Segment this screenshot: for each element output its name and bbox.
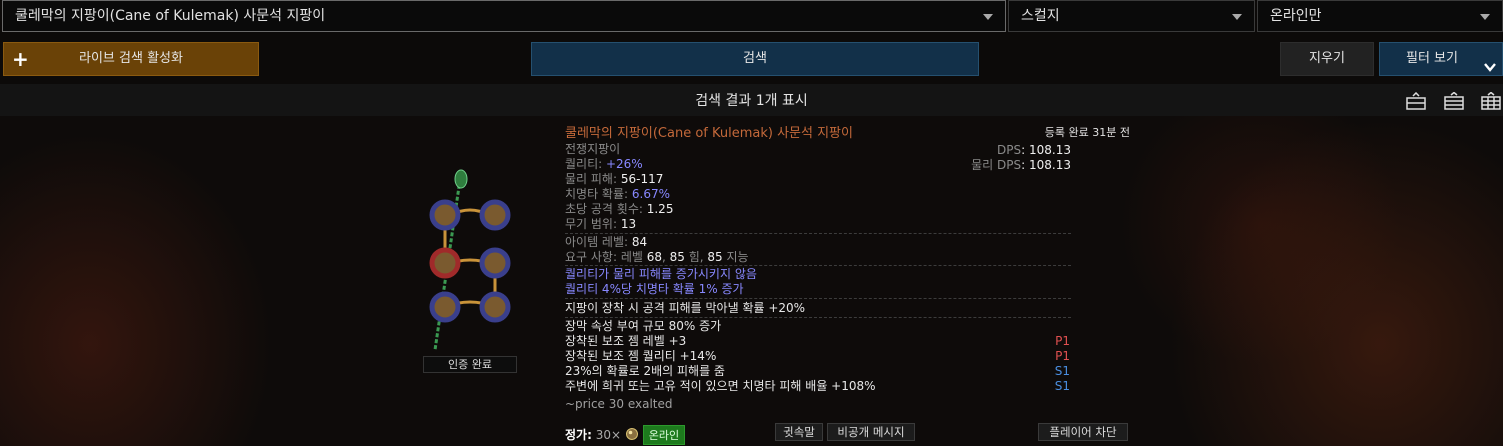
req-int-label: 지능	[722, 250, 749, 264]
exalted-orb-icon	[625, 427, 639, 444]
item-name: 쿨레막의 지팡이(Cane of Kulemak) 사문석 지팡이	[565, 126, 853, 141]
req-level: 68	[646, 250, 663, 264]
price-value: 30×	[595, 428, 622, 442]
implicit-mod: 지팡이 장착 시 공격 피해를 막아낼 확률 +20%	[565, 301, 806, 315]
dps-value: : 108.13	[1021, 143, 1071, 157]
quality-value: +26%	[605, 157, 643, 171]
dps-label: DPS	[997, 143, 1022, 157]
whisper-button[interactable]: 귓속말	[775, 423, 823, 441]
item-card: 쿨레막의 지팡이(Cane of Kulemak) 사문석 지팡이 등록 완료 …	[562, 120, 1132, 446]
separator	[565, 298, 1071, 299]
live-search-label: 라이브 검색 활성화	[79, 51, 183, 66]
live-search-button[interactable]: + 라이브 검색 활성화	[3, 42, 259, 76]
aps-value: 1.25	[646, 202, 674, 216]
req-separator: ,	[662, 250, 670, 264]
clear-button[interactable]: 지우기	[1280, 42, 1374, 76]
item-search-select[interactable]: 쿨레막의 지팡이(Cane of Kulemak) 사문석 지팡이	[2, 0, 1006, 32]
range-value: 13	[620, 217, 637, 231]
explicit-mod: 장착된 보조 젬 레벨 +3	[565, 334, 687, 348]
league-select[interactable]: 스컬지	[1008, 0, 1255, 32]
explicit-mod: 장착된 보조 젬 퀄리티 +14%	[565, 349, 717, 363]
clear-label: 지우기	[1309, 51, 1345, 66]
mod-tag: S1	[1054, 364, 1070, 378]
chevron-down-icon	[1480, 14, 1490, 20]
pdps-value: : 108.13	[1021, 158, 1071, 172]
league-value: 스컬지	[1021, 8, 1060, 24]
search-bar: 쿨레막의 지팡이(Cane of Kulemak) 사문석 지팡이 스컬지 온라…	[0, 0, 1503, 34]
req-str-label: 힘,	[684, 250, 708, 264]
filter-label: 필터 보기	[1406, 51, 1458, 66]
separator	[565, 317, 1071, 318]
results-header: 검색 결과 1개 표시	[0, 84, 1503, 116]
crit-value: 6.67%	[631, 187, 670, 201]
crit-label: 치명타 확률:	[565, 187, 632, 201]
enchant-1: 퀄리티가 물리 피해를 증가시키지 않음	[565, 267, 757, 281]
plus-icon: +	[12, 47, 29, 71]
mod-tag: P1	[1055, 334, 1070, 348]
search-button[interactable]: 검색	[531, 42, 979, 76]
listed-time: 등록 완료 31분 전	[1044, 126, 1130, 139]
explicit-mod: 23%의 확률로 2배의 피해를 줌	[565, 364, 725, 378]
chevron-down-icon	[1232, 14, 1242, 20]
private-message-button[interactable]: 비공개 메시지	[827, 423, 915, 441]
results-count: 검색 결과 1개 표시	[695, 93, 808, 109]
range-label: 무기 범위:	[565, 217, 621, 231]
separator	[565, 265, 1071, 266]
aps-label: 초당 공격 횟수:	[565, 202, 647, 216]
pdps-line: 물리 DPS: 108.13	[971, 158, 1071, 173]
item-type: 전쟁지팡이	[565, 142, 621, 156]
quality-line: 퀄리티: +26%	[565, 157, 643, 172]
status-select[interactable]: 온라인만	[1257, 0, 1503, 32]
list-view-icon[interactable]	[1444, 91, 1464, 110]
grid-view-icon[interactable]	[1481, 91, 1501, 110]
item-image	[425, 165, 515, 355]
explicit-mod: 장막 속성 부여 규모 80% 증가	[565, 319, 722, 333]
verified-badge: 인증 완료	[423, 356, 517, 373]
mod-tag: P1	[1055, 349, 1070, 363]
requirements-line: 요구 사항: 레벨 68, 85 힘, 85 지능	[565, 250, 749, 265]
show-filters-button[interactable]: 필터 보기	[1379, 42, 1503, 76]
ilvl-line: 아이템 레벨: 84	[565, 235, 647, 250]
chevron-down-icon	[1484, 53, 1496, 85]
mod-tag: S1	[1054, 379, 1070, 393]
phys-value: 56-117	[620, 172, 664, 186]
item-note: ~price 30 exalted	[565, 397, 673, 411]
pdps-label: 물리 DPS	[971, 158, 1022, 172]
explicit-mod: 주변에 희귀 또는 고유 적이 있으면 치명타 피해 배율 +108%	[565, 379, 876, 393]
ilvl-value: 84	[631, 235, 648, 249]
phys-label: 물리 피해:	[565, 172, 621, 186]
online-badge: 온라인	[642, 425, 686, 445]
quality-label: 퀄리티:	[565, 157, 606, 171]
price-label: 정가:	[565, 428, 592, 442]
req-str: 85	[669, 250, 685, 264]
price-row: 정가: 30× 온라인	[565, 425, 686, 445]
aps-line: 초당 공격 횟수: 1.25	[565, 202, 673, 217]
req-label: 요구 사항: 레벨	[565, 250, 647, 264]
range-line: 무기 범위: 13	[565, 217, 636, 232]
item-search-value: 쿨레막의 지팡이(Cane of Kulemak) 사문석 지팡이	[15, 8, 326, 24]
enchant-2: 퀄리티 4%당 치명타 확률 1% 증가	[565, 282, 744, 296]
req-int: 85	[707, 250, 723, 264]
status-value: 온라인만	[1270, 8, 1322, 24]
dps-line: DPS: 108.13	[997, 143, 1071, 158]
block-player-button[interactable]: 플레이어 차단	[1038, 423, 1128, 441]
separator	[565, 233, 1071, 234]
search-label: 검색	[743, 51, 767, 66]
chevron-down-icon	[983, 14, 993, 20]
compact-view-icon[interactable]	[1406, 91, 1426, 110]
ilvl-label: 아이템 레벨:	[565, 235, 632, 249]
phys-line: 물리 피해: 56-117	[565, 172, 663, 187]
crit-line: 치명타 확률: 6.67%	[565, 187, 670, 202]
